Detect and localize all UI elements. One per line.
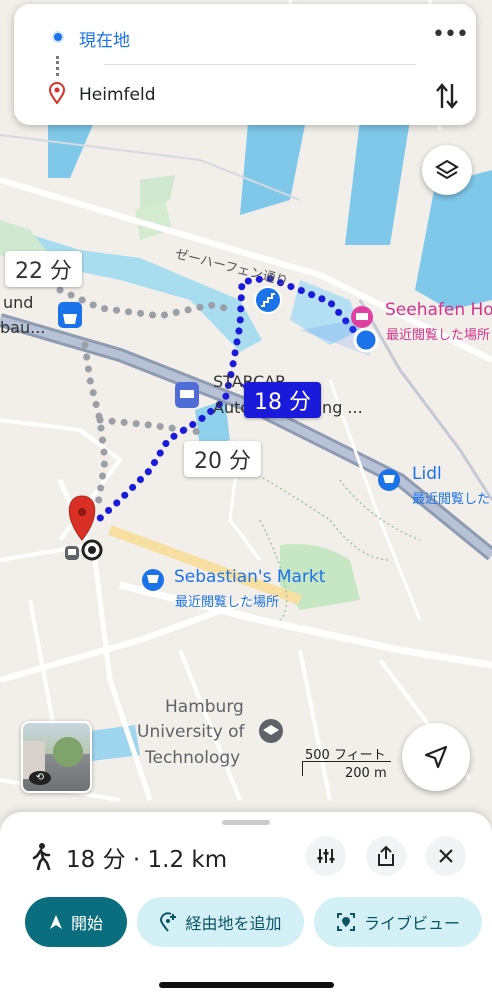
add-stop-button[interactable]: 経由地を追加: [137, 897, 304, 947]
origin-dot-icon: [52, 31, 64, 43]
route-summary: 18 分 · 1.2 km: [66, 847, 228, 873]
poi-sebastian-sub: 最近閲覧した場所: [175, 595, 280, 610]
close-icon: [439, 849, 453, 863]
navigation-arrow-icon: [424, 745, 448, 769]
alt-route-time-2[interactable]: 20 分: [184, 441, 261, 477]
route-sheet: 18 分 · 1.2 km 開始 経由地を追加 ライブビュー: [0, 812, 492, 1000]
home-indicator: [159, 982, 334, 988]
drag-handle[interactable]: [222, 820, 270, 825]
start-button[interactable]: 開始: [25, 897, 127, 947]
walking-person-icon: [30, 842, 52, 874]
more-vert-icon[interactable]: •••: [432, 22, 469, 47]
swap-vert-icon[interactable]: [436, 82, 458, 114]
main-route-time[interactable]: 18 分: [244, 382, 321, 418]
place-pin-icon: [48, 82, 66, 108]
destination-text[interactable]: Heimfeld: [79, 85, 155, 105]
my-location-button[interactable]: [402, 723, 470, 791]
poi-seehafen[interactable]: Seehafen Ho: [385, 300, 492, 320]
university-label-3: Technology: [145, 748, 241, 768]
live-view-button[interactable]: ライブビュー: [314, 897, 482, 947]
directions-card: 現在地 ••• Heimfeld: [14, 4, 476, 125]
rotate-360-icon: ⟲: [29, 771, 51, 785]
alt-route-time-1[interactable]: 22 分: [5, 251, 82, 287]
origin-text[interactable]: 現在地: [79, 26, 130, 51]
close-button[interactable]: [426, 836, 466, 876]
route-dots: [56, 56, 63, 76]
live-view-icon: [336, 913, 355, 931]
add-location-icon: [160, 912, 177, 932]
start-label: 開始: [70, 914, 103, 933]
route-options-button[interactable]: [306, 836, 346, 876]
street-view-thumbnail[interactable]: ⟲: [21, 721, 92, 793]
navigation-icon: [49, 915, 62, 929]
share-icon: [378, 845, 394, 866]
add-stop-label: 経由地を追加: [185, 914, 282, 933]
live-view-label: ライブビュー: [363, 914, 460, 933]
poi-left-1: und: [3, 293, 34, 312]
tune-icon: [317, 849, 335, 863]
layers-button[interactable]: [422, 145, 472, 195]
poi-sebastian[interactable]: Sebastian's Markt: [174, 567, 325, 587]
poi-lidl-sub: 最近閲覧した: [412, 492, 491, 507]
share-button[interactable]: [366, 836, 406, 876]
poi-left-2: bau...: [0, 318, 46, 337]
layers-icon: [435, 159, 459, 180]
scale-meters: 200 m: [345, 766, 387, 781]
poi-seehafen-sub: 最近閲覧した場所: [386, 328, 491, 343]
origin-row[interactable]: 現在地 •••: [14, 22, 476, 54]
university-label-1[interactable]: Hamburg: [165, 697, 244, 717]
destination-row[interactable]: Heimfeld: [14, 80, 476, 112]
divider: [104, 64, 416, 65]
tree-shape: [53, 737, 83, 767]
poi-lidl[interactable]: Lidl: [412, 464, 442, 484]
university-label-2: University of: [137, 722, 245, 742]
